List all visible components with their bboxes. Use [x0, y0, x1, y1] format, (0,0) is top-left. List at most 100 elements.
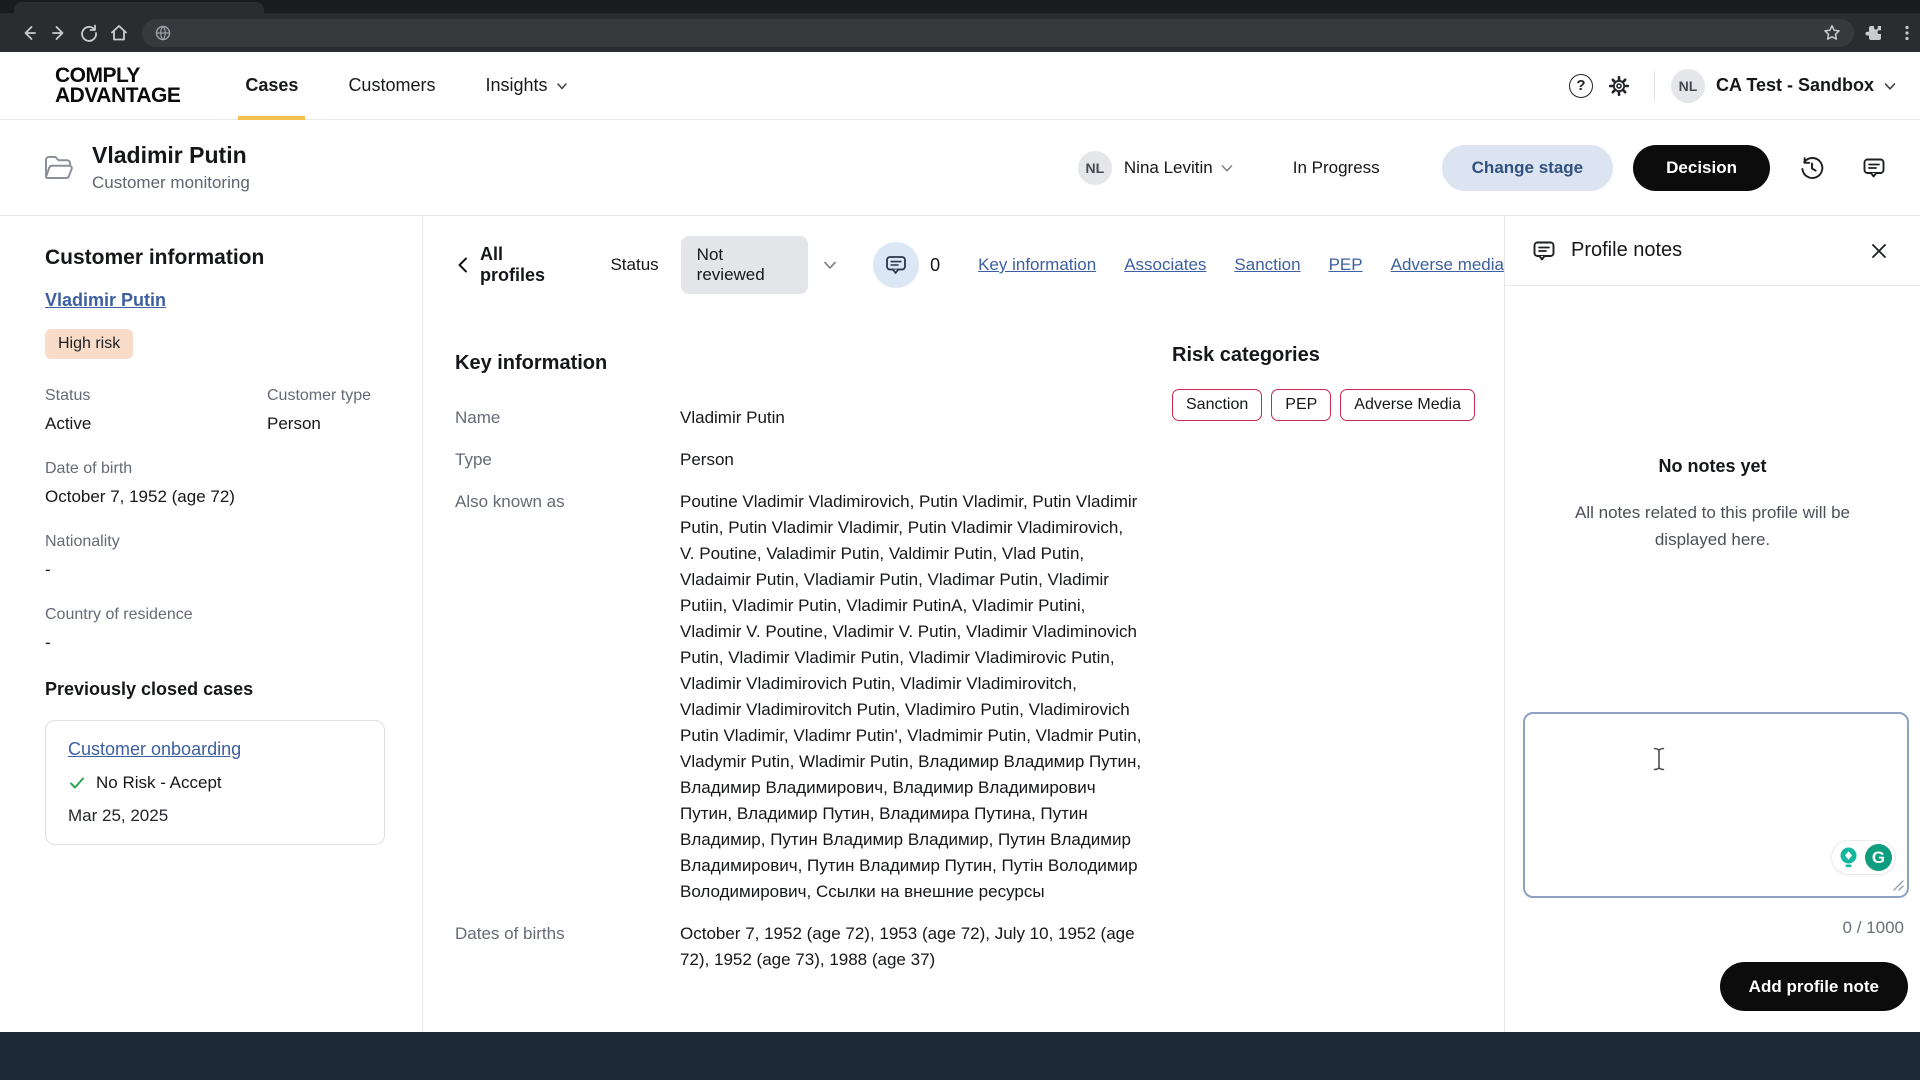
section-links: Key information Associates Sanction PEP …: [978, 255, 1504, 275]
link-key-information[interactable]: Key information: [978, 255, 1096, 275]
help-icon[interactable]: ?: [1562, 67, 1600, 105]
row-label: Type: [455, 447, 680, 473]
row-value: Person: [680, 447, 1142, 473]
stage-label: In Progress: [1293, 158, 1380, 178]
grammarly-widget[interactable]: G: [1832, 841, 1895, 874]
site-info-icon[interactable]: [154, 24, 172, 42]
case-header: Vladimir Putin Customer monitoring NL Ni…: [0, 120, 1920, 216]
resize-handle[interactable]: [1892, 879, 1904, 891]
page-title: Vladimir Putin: [92, 142, 250, 169]
closed-case-outcome: No Risk - Accept: [68, 773, 362, 793]
field-label: Country of residence: [45, 606, 384, 624]
field-value: Person: [267, 414, 384, 434]
notes-empty-state: No notes yet All notes related to this p…: [1505, 456, 1920, 553]
nav-item-cases[interactable]: Cases: [220, 52, 323, 120]
change-stage-button[interactable]: Change stage: [1442, 145, 1613, 191]
row-value: October 7, 1952 (age 72), 1953 (age 72),…: [680, 921, 1142, 973]
high-risk-badge: High risk: [45, 329, 133, 359]
risk-chip-adverse-media: Adverse Media: [1340, 389, 1475, 421]
field-date-of-birth: Date of birth October 7, 1952 (age 72): [45, 460, 384, 507]
customer-profile-link[interactable]: Vladimir Putin: [45, 290, 166, 311]
field-status: Status Active: [45, 387, 267, 434]
notes-bubble-icon: [1531, 238, 1557, 264]
header-right: ? NL CA Test - Sandbox: [1562, 67, 1898, 105]
bottom-bar: [0, 1032, 1920, 1080]
field-customer-type: Customer type Person: [267, 387, 384, 434]
field-label: Customer type: [267, 387, 384, 405]
profile-comments-icon[interactable]: [873, 242, 919, 288]
page-subtitle: Customer monitoring: [92, 173, 250, 193]
field-label: Date of birth: [45, 460, 384, 478]
extensions-icon[interactable]: [1864, 23, 1884, 43]
link-sanction[interactable]: Sanction: [1234, 255, 1300, 275]
app-header: COMPLY ADVANTAGE Cases Customers Insight…: [0, 52, 1920, 120]
table-row: Also known as Poutine Vladimir Vladimiro…: [455, 481, 1504, 913]
browser-menu-icon[interactable]: [1898, 24, 1916, 42]
notes-header: Profile notes: [1505, 216, 1920, 286]
field-label: Nationality: [45, 533, 384, 551]
bookmark-star-icon[interactable]: [1822, 23, 1842, 43]
profile-notes-panel: Profile notes No notes yet All notes rel…: [1504, 216, 1920, 1032]
status-label: Status: [610, 255, 658, 275]
link-associates[interactable]: Associates: [1124, 255, 1206, 275]
address-bar[interactable]: [142, 19, 1854, 47]
back-label: All profiles: [480, 244, 568, 286]
closed-cases-title: Previously closed cases: [45, 679, 384, 700]
chevron-down-icon: [555, 79, 569, 93]
history-icon[interactable]: [1792, 148, 1832, 188]
back-icon[interactable]: [14, 18, 44, 48]
decision-button[interactable]: Decision: [1633, 145, 1770, 191]
row-label: Dates of births: [455, 921, 680, 973]
closed-case-card[interactable]: Customer onboarding No Risk - Accept Mar…: [45, 720, 385, 845]
risk-categories-section: Risk categories Sanction PEP Adverse Med…: [1172, 344, 1502, 421]
field-value: -: [45, 560, 384, 580]
case-actions: NL Nina Levitin In Progress Change stage…: [1078, 145, 1894, 191]
grammarly-icon: G: [1865, 844, 1892, 871]
settings-gear-icon[interactable]: [1600, 67, 1638, 105]
nav-item-insights[interactable]: Insights: [460, 52, 593, 120]
chevron-down-icon[interactable]: [1882, 78, 1898, 94]
complyadvantage-logo[interactable]: COMPLY ADVANTAGE: [55, 66, 180, 106]
account-name[interactable]: CA Test - Sandbox: [1716, 75, 1874, 96]
risk-categories-title: Risk categories: [1172, 344, 1502, 367]
table-row: Type Person: [455, 439, 1504, 481]
chevron-left-icon: [455, 256, 471, 274]
chevron-down-icon[interactable]: [821, 256, 839, 274]
account-avatar[interactable]: NL: [1671, 69, 1705, 103]
empty-state-description: All notes related to this profile will b…: [1541, 499, 1884, 553]
assignee-name[interactable]: Nina Levitin: [1124, 158, 1213, 178]
field-value: Active: [45, 414, 267, 434]
notes-panel-title: Profile notes: [1571, 239, 1682, 262]
row-label: Also known as: [455, 489, 680, 905]
field-label: Status: [45, 387, 267, 405]
risk-chip-pep: PEP: [1271, 389, 1331, 421]
chevron-down-icon[interactable]: [1219, 160, 1235, 176]
risk-chip-list: Sanction PEP Adverse Media: [1172, 389, 1502, 421]
assignee-avatar[interactable]: NL: [1078, 151, 1112, 185]
field-country-of-residence: Country of residence -: [45, 606, 384, 653]
all-profiles-back[interactable]: All profiles: [455, 244, 568, 286]
home-icon[interactable]: [104, 18, 134, 48]
row-value: Vladimir Putin: [680, 405, 1142, 431]
case-comments-icon[interactable]: [1854, 148, 1894, 188]
close-icon[interactable]: [1864, 236, 1894, 266]
check-icon: [68, 774, 86, 792]
case-title-block: Vladimir Putin Customer monitoring: [92, 142, 250, 193]
browser-toolbar: [0, 13, 1920, 52]
table-row: Dates of births October 7, 1952 (age 72)…: [455, 913, 1504, 981]
sidebar-title: Customer information: [45, 246, 384, 270]
link-pep[interactable]: PEP: [1329, 255, 1363, 275]
logo-line-2: ADVANTAGE: [55, 86, 180, 106]
link-adverse-media[interactable]: Adverse media: [1391, 255, 1504, 275]
comment-count: 0: [930, 255, 940, 276]
nav-label: Customers: [348, 75, 435, 96]
closed-case-link[interactable]: Customer onboarding: [68, 739, 241, 759]
add-profile-note-button[interactable]: Add profile note: [1720, 962, 1908, 1011]
help-glyph: ?: [1569, 74, 1593, 98]
field-nationality: Nationality -: [45, 533, 384, 580]
forward-icon[interactable]: [44, 18, 74, 48]
status-value-pill[interactable]: Not reviewed: [681, 236, 808, 294]
nav-item-customers[interactable]: Customers: [323, 52, 460, 120]
reload-icon[interactable]: [74, 18, 104, 48]
sidebar-field-grid: Status Active Customer type Person: [45, 387, 384, 460]
